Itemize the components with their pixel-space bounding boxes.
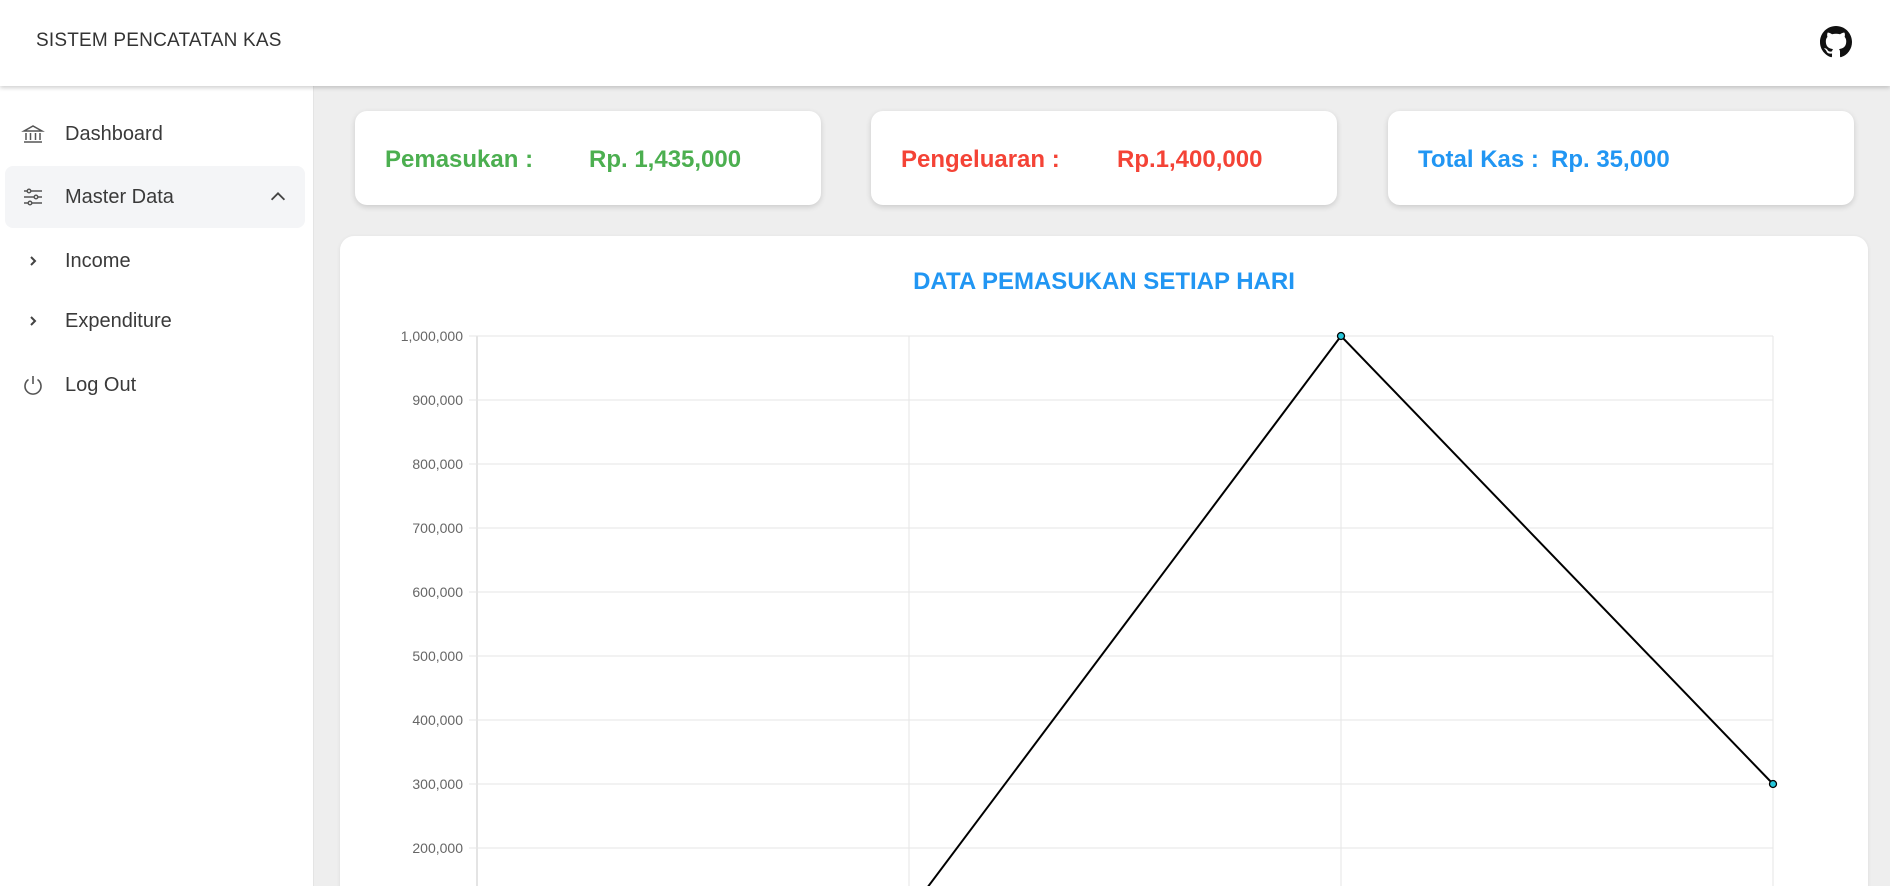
y-tick-label: 300,000 <box>412 776 463 792</box>
sidebar-item-label: Log Out <box>65 374 137 396</box>
app-title: SISTEM PENCATATAN KAS <box>36 30 282 51</box>
total-card: Total Kas : Rp. 35,000 <box>1388 111 1854 205</box>
power-icon <box>24 376 42 395</box>
expense-card: Pengeluaran : Rp.1,400,000 <box>871 111 1337 205</box>
y-tick-label: 500,000 <box>412 648 463 664</box>
chart-panel: DATA PEMASUKAN SETIAP HARI 1,000,000 900,… <box>340 236 1868 886</box>
sidebar-item-label: Income <box>65 250 131 272</box>
income-label: Pemasukan : <box>385 146 534 173</box>
chevron-up-icon <box>270 192 286 201</box>
data-point <box>1768 779 1778 789</box>
sliders-icon <box>24 188 42 206</box>
sidebar-item-logout[interactable]: Log Out <box>5 354 305 416</box>
bank-icon <box>21 125 45 143</box>
sidebar-item-dashboard[interactable]: Dashboard <box>5 103 305 165</box>
y-tick-label: 900,000 <box>412 392 463 408</box>
sidebar-item-label: Expenditure <box>65 310 172 332</box>
sidebar-item-income[interactable]: Income <box>5 230 305 292</box>
income-value: Rp. 1,435,000 <box>589 146 742 173</box>
sidebar-item-label: Master Data <box>65 186 174 208</box>
income-card: Pemasukan : Rp. 1,435,000 <box>355 111 821 205</box>
y-tick-label: 600,000 <box>412 584 463 600</box>
y-tick-label: 400,000 <box>412 712 463 728</box>
total-label: Total Kas : <box>1418 146 1539 173</box>
y-tick-label: 200,000 <box>412 840 463 856</box>
data-point <box>1336 331 1346 341</box>
github-icon[interactable] <box>1820 26 1852 58</box>
y-tick-label: 1,000,000 <box>401 328 463 344</box>
chevron-right-icon <box>30 256 37 266</box>
chevron-right-icon <box>30 316 37 326</box>
sidebar-item-label: Dashboard <box>65 123 163 145</box>
sidebar-item-master-data[interactable]: Master Data <box>5 166 305 228</box>
sidebar: Dashboard Master Data Income Expenditure… <box>0 86 314 886</box>
top-bar: SISTEM PENCATATAN KAS <box>0 0 1890 86</box>
total-value: Rp. 35,000 <box>1551 146 1670 173</box>
sidebar-item-expenditure[interactable]: Expenditure <box>5 290 305 352</box>
line-chart: 1,000,000 900,000 800,000 700,000 600,000 500… <box>401 328 1778 886</box>
expense-value: Rp.1,400,000 <box>1117 146 1263 173</box>
expense-label: Pengeluaran : <box>901 146 1060 173</box>
y-tick-label: 800,000 <box>412 456 463 472</box>
y-tick-label: 700,000 <box>412 520 463 536</box>
